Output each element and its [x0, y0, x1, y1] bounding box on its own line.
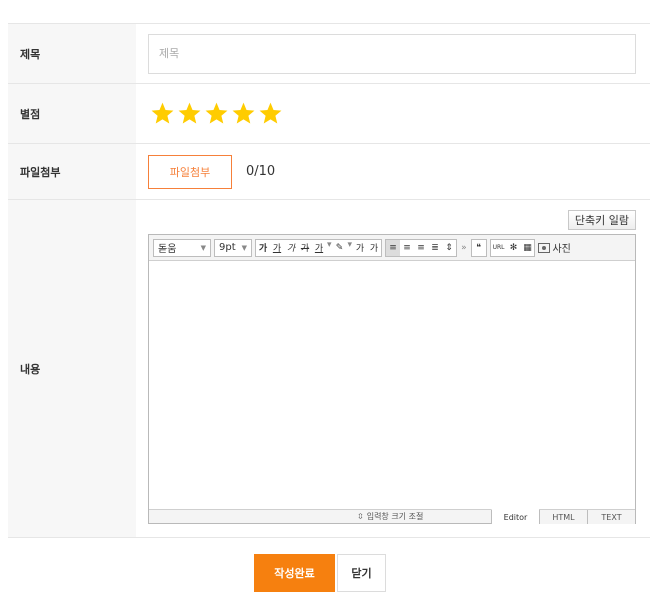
title-row: 제목 — [8, 24, 650, 84]
editor-footer: ⇳ 입력창 크기 조절 Editor HTML TEXT — [149, 509, 635, 524]
star-icon[interactable] — [177, 101, 202, 126]
content-row: 내용 단축키 일람 돋움 ▼ 9pt ▼ 가 가 가 가 가 ▾ ✎ ▾ 가 가… — [8, 200, 650, 538]
chevron-down-icon: ▼ — [241, 243, 247, 252]
align-left-icon[interactable]: ≡ — [386, 239, 401, 256]
file-label: 파일첨부 — [8, 144, 136, 199]
editor-content-area[interactable] — [149, 261, 635, 509]
star-icon[interactable] — [204, 101, 229, 126]
bold-button[interactable]: 가 — [256, 240, 270, 256]
review-form: 제목 별점 파일첨부 파일첨부 0/10 내용 단축키 일람 — [8, 23, 650, 538]
content-label: 내용 — [8, 200, 136, 537]
rich-text-editor: 돋움 ▼ 9pt ▼ 가 가 가 가 가 ▾ ✎ ▾ 가 가 ≡ ≡ ≡ ≣ ⇕… — [148, 234, 636, 524]
highlight-icon[interactable]: ✎ — [333, 240, 347, 256]
title-label: 제목 — [8, 24, 136, 83]
close-button[interactable]: 닫기 — [337, 554, 386, 592]
table-icon[interactable]: ▦ — [520, 240, 534, 256]
italic-button[interactable]: 가 — [284, 240, 298, 256]
align-right-icon[interactable]: ≡ — [414, 240, 428, 256]
align-justify-icon[interactable]: ≣ — [428, 240, 442, 256]
star-icon[interactable] — [231, 101, 256, 126]
more-tools-icon[interactable]: » — [460, 243, 468, 253]
editor-toolbar: 돋움 ▼ 9pt ▼ 가 가 가 가 가 ▾ ✎ ▾ 가 가 ≡ ≡ ≡ ≣ ⇕… — [149, 235, 635, 261]
align-center-icon[interactable]: ≡ — [400, 240, 414, 256]
rating-row: 별점 — [8, 84, 650, 144]
font-size-select[interactable]: 9pt ▼ — [214, 238, 252, 257]
insert-group: URL ✻ ▦ — [489, 238, 536, 257]
form-actions: 작성완료 닫기 — [0, 554, 650, 592]
align-group: ≡ ≡ ≡ ≣ ⇕ — [385, 238, 458, 257]
photo-icon — [538, 242, 551, 253]
tab-editor[interactable]: Editor — [491, 509, 539, 524]
file-row: 파일첨부 파일첨부 0/10 — [8, 144, 650, 200]
text-style-group: 가 가 가 가 가 ▾ ✎ ▾ 가 가 — [255, 238, 383, 257]
underline-button[interactable]: 가 — [270, 240, 284, 256]
line-height-icon[interactable]: ⇕ — [442, 240, 456, 256]
tab-html[interactable]: HTML — [539, 510, 587, 524]
submit-button[interactable]: 작성완료 — [254, 554, 335, 592]
resize-arrows-icon: ⇳ — [357, 512, 364, 521]
strikethrough-button[interactable]: 가 — [298, 240, 312, 256]
editor-mode-tabs: Editor HTML TEXT — [491, 509, 635, 524]
text-color-button[interactable]: 가 — [312, 240, 326, 256]
shortcut-list-button[interactable]: 단축키 일람 — [567, 210, 636, 230]
chevron-down-icon: ▼ — [200, 243, 206, 252]
title-input[interactable] — [148, 33, 636, 74]
link-icon[interactable]: URL — [491, 240, 507, 256]
special-char-icon[interactable]: ✻ — [506, 240, 520, 256]
font-family-select[interactable]: 돋움 ▼ — [153, 238, 211, 257]
quote-icon[interactable]: ❝ — [472, 240, 486, 256]
file-attach-button[interactable]: 파일첨부 — [148, 154, 232, 189]
superscript-button[interactable]: 가 — [353, 240, 367, 256]
resize-handle[interactable]: ⇳ 입력창 크기 조절 — [357, 510, 423, 523]
star-rating — [150, 101, 283, 126]
photo-button[interactable]: 사진 — [538, 240, 571, 255]
file-count: 0/10 — [246, 164, 276, 179]
star-icon[interactable] — [258, 101, 283, 126]
star-icon[interactable] — [150, 101, 175, 126]
subscript-button[interactable]: 가 — [367, 240, 381, 256]
rating-label: 별점 — [8, 84, 136, 143]
tab-text[interactable]: TEXT — [587, 510, 635, 524]
